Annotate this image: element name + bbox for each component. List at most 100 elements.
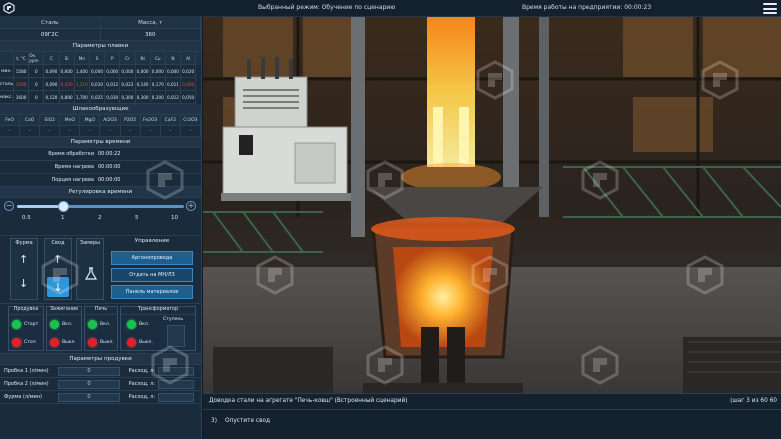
stage-selector[interactable] bbox=[167, 325, 185, 347]
table-cell: - bbox=[0, 126, 21, 137]
table-cell: 0,010 bbox=[89, 78, 106, 91]
melt-params-table: t, °C Ок. ppm C Si Mn S P Cr Ni Cu N Al … bbox=[0, 52, 201, 104]
table-header-cell: Cr2O3 bbox=[180, 115, 201, 126]
table-cell: 0,600 bbox=[59, 65, 75, 78]
transformer-on-lamp[interactable] bbox=[127, 320, 136, 329]
lance-down-button[interactable]: ↓ bbox=[19, 277, 28, 290]
table-cell: 0,050 bbox=[181, 91, 197, 104]
tick-label: 0.5 bbox=[22, 215, 31, 221]
management-title: Управление bbox=[134, 238, 170, 244]
plug1-flow-field bbox=[158, 366, 194, 376]
table-cell: 0,300 bbox=[120, 91, 136, 104]
table-row: - - - - - - - - - - bbox=[0, 126, 201, 137]
blowing-start-lamp[interactable] bbox=[12, 320, 21, 329]
steel-grade: 09Г2С bbox=[0, 29, 101, 41]
speed-decrease-button[interactable]: − bbox=[4, 201, 14, 211]
roof-label: Свод bbox=[51, 240, 65, 246]
time-label: Время нагрева bbox=[54, 164, 94, 170]
table-cell: - bbox=[60, 126, 81, 137]
table-cell: 0,300 bbox=[150, 91, 166, 104]
transformer-off-lamp[interactable] bbox=[127, 338, 136, 347]
mass-header-label: Масса, т bbox=[100, 17, 201, 29]
table-row: мин. 1580 0 0,090 0,600 1,400 0,000 0,00… bbox=[0, 65, 201, 78]
time-row: Порция нагрева 00:00:00 bbox=[0, 174, 201, 187]
materials-panel-button[interactable]: Панель материалов bbox=[111, 285, 193, 299]
off-label: Выкл. bbox=[100, 340, 114, 345]
table-header-cell: N bbox=[165, 52, 182, 65]
roof-up-button[interactable]: ↑ bbox=[53, 253, 62, 266]
time-reg-title: Регулировка времени bbox=[0, 187, 201, 198]
table-header-cell: Al2O3 bbox=[100, 115, 121, 126]
plug1-input[interactable]: 0 bbox=[58, 366, 120, 376]
status-area: Продувка Старт Стоп Зажигание Вкл. Выкл.… bbox=[0, 304, 201, 354]
lance-input[interactable]: 0 bbox=[58, 392, 120, 402]
table-cell: - bbox=[100, 126, 121, 137]
menu-icon[interactable] bbox=[763, 3, 777, 14]
tick-label: 1 bbox=[61, 215, 65, 221]
table-header-cell: Cu bbox=[150, 52, 166, 65]
table-cell: 1580 bbox=[14, 65, 30, 78]
table-header-cell: Ni bbox=[135, 52, 151, 65]
table-cell: 0,000 bbox=[135, 65, 151, 78]
on-label: Вкл. bbox=[139, 322, 150, 327]
time-row: Время нагрева 00:00:00 bbox=[0, 161, 201, 174]
top-bar: Выбранный режим: Обучение по сценарию Вр… bbox=[0, 0, 781, 17]
time-speed-slider[interactable] bbox=[17, 205, 184, 208]
on-label: Вкл. bbox=[100, 322, 111, 327]
table-header-cell: Ок. ppm bbox=[29, 52, 45, 65]
ignition-off-lamp[interactable] bbox=[50, 338, 59, 347]
lance-up-button[interactable]: ↑ bbox=[19, 253, 28, 266]
blow-label: Пробка 1 (л/мин) bbox=[4, 368, 49, 374]
table-cell: 0,000 bbox=[165, 65, 182, 78]
flow-label: Расход, л: bbox=[128, 381, 155, 387]
speed-increase-button[interactable]: + bbox=[186, 201, 196, 211]
blowing-label: Продувка bbox=[9, 307, 43, 315]
table-cell: - bbox=[120, 126, 141, 137]
table-cell: 0,000 bbox=[181, 78, 197, 91]
slag-table: FeO CaO SiO2 MnO MgO Al2O3 P2O5 Fe2O3 Ca… bbox=[0, 115, 201, 137]
table-header-cell: Cr bbox=[120, 52, 136, 65]
steel-header-label: Сталь bbox=[0, 17, 101, 29]
furnace-on-lamp[interactable] bbox=[88, 320, 97, 329]
table-cell: - bbox=[40, 126, 61, 137]
table-cell: 1,400 bbox=[74, 65, 90, 78]
table-header-cell: t, °C bbox=[14, 52, 30, 65]
controls-area: Фурма ↑ ↓ Свод ↑ ↓ Замеры Управление Арг… bbox=[0, 236, 201, 304]
table-header-cell: C bbox=[44, 52, 60, 65]
plug2-input[interactable]: 0 bbox=[58, 379, 120, 389]
table-header-cell: MgO bbox=[80, 115, 101, 126]
table-cell: 0,012 bbox=[105, 78, 121, 91]
scenario-bar: Доводка стали на агрегате "Печь-ковш" (В… bbox=[203, 393, 781, 439]
blowing-stop-lamp[interactable] bbox=[12, 338, 21, 347]
divider bbox=[203, 409, 781, 410]
flask-icon[interactable] bbox=[84, 267, 98, 281]
app-window: Выбранный режим: Обучение по сценарию Вр… bbox=[0, 0, 781, 439]
ignition-on-lamp[interactable] bbox=[50, 320, 59, 329]
row-label: макс. bbox=[0, 91, 14, 104]
transfer-button[interactable]: Отдать на МН/ЛЗ bbox=[111, 268, 193, 282]
ignition-label: Зажигание bbox=[47, 307, 81, 315]
table-header-cell: Fe2O3 bbox=[140, 115, 161, 126]
time-params-title: Параметры времени bbox=[0, 137, 201, 148]
slider-thumb[interactable] bbox=[58, 201, 69, 212]
argon-button[interactable]: Аргонопровода bbox=[111, 251, 193, 265]
table-cell: 0,000 bbox=[105, 65, 121, 78]
melt-params-title: Параметры плавки bbox=[0, 41, 201, 52]
roof-down-button[interactable]: ↓ bbox=[47, 277, 69, 297]
table-cell: 1,700 bbox=[74, 91, 90, 104]
app-logo-icon bbox=[0, 0, 18, 17]
table-cell: 0,023 bbox=[120, 78, 136, 91]
table-cell: 0,450 bbox=[59, 78, 75, 91]
table-header-cell: S bbox=[89, 52, 106, 65]
blow-params: Пробка 1 (л/мин) 0 Расход, л: Пробка 2 (… bbox=[0, 365, 201, 404]
left-panel: Сталь Масса, т 09Г2С 360 Параметры плавк… bbox=[0, 17, 202, 439]
furnace-3d-view[interactable] bbox=[203, 17, 781, 393]
table-cell: 0,030 bbox=[105, 91, 121, 104]
step-counter: (шаг 3 из 60 60 bbox=[730, 398, 777, 404]
furnace-off-lamp[interactable] bbox=[88, 338, 97, 347]
tick-label: 5 bbox=[135, 215, 139, 221]
table-header-cell: CaF2 bbox=[160, 115, 181, 126]
table-cell: 0,000 bbox=[89, 65, 106, 78]
row-label: сталь bbox=[0, 78, 14, 91]
table-cell: 0 bbox=[29, 91, 45, 104]
